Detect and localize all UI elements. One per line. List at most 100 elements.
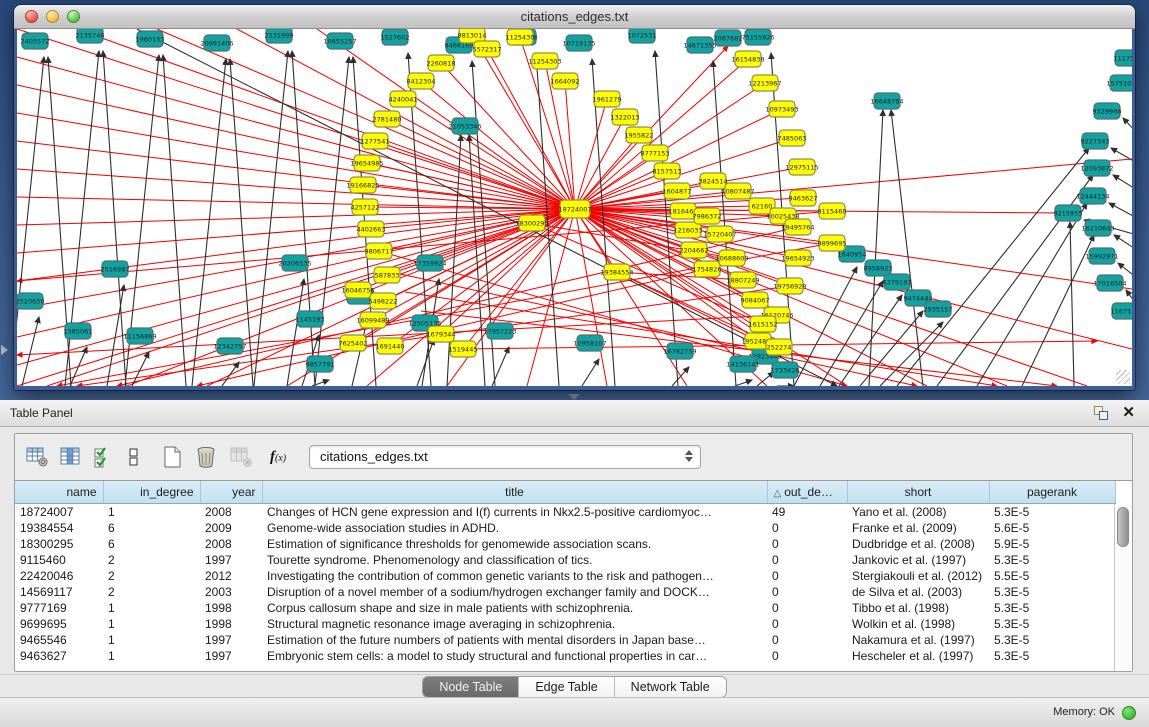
black-edge[interactable] (70, 347, 87, 386)
table-cell[interactable]: Disruption of a novel member of a sodium… (262, 584, 767, 600)
black-edge[interactable] (492, 347, 509, 386)
float-window-icon[interactable] (1094, 406, 1108, 420)
tab-network-table[interactable]: Network Table (615, 677, 726, 697)
table-row[interactable]: 2242004622012Investigating the contribut… (15, 568, 1115, 584)
table-cell[interactable]: 2 (103, 584, 200, 600)
table-cell[interactable]: 1998 (200, 600, 262, 616)
table-cell[interactable]: 0 (767, 520, 847, 536)
red-edge[interactable] (17, 113, 575, 209)
column-header-in_degree[interactable]: in_degree (103, 481, 200, 504)
table-cell[interactable]: 1997 (200, 648, 262, 664)
table-cell[interactable]: Estimation of significance thresholds fo… (262, 536, 767, 552)
zoom-window-icon[interactable] (67, 10, 80, 23)
table-cell[interactable]: de Silva et al. (2003) (847, 584, 989, 600)
table-cell[interactable]: Nakamura et al. (1997) (847, 632, 989, 648)
table-cell[interactable]: 0 (767, 632, 847, 648)
column-header-short[interactable]: short (847, 481, 989, 504)
network-canvas[interactable]: 2405572213574619601532069140625319991065… (17, 29, 1132, 386)
close-panel-icon[interactable]: ✕ (1122, 403, 1135, 423)
table-cell[interactable]: 1998 (200, 616, 262, 632)
black-edge[interactable] (17, 57, 44, 386)
table-cell[interactable]: 0 (767, 568, 847, 584)
tab-edge-table[interactable]: Edge Table (519, 677, 614, 697)
black-edge[interactable] (839, 295, 902, 386)
table-cell[interactable]: 22420046 (15, 568, 103, 584)
table-cell[interactable]: Stergiakouli et al. (2012) (847, 568, 989, 584)
black-edge[interactable] (1070, 222, 1074, 386)
red-edge[interactable] (565, 81, 575, 209)
table-cell[interactable]: 14569117 (15, 584, 103, 600)
table-cell[interactable]: 2008 (200, 504, 262, 521)
tab-node-table[interactable]: Node Table (423, 677, 519, 697)
red-edge[interactable] (375, 141, 575, 209)
table-cell[interactable]: 1 (103, 632, 200, 648)
black-edge[interactable] (672, 367, 689, 386)
table-cell[interactable]: 6 (103, 520, 200, 536)
table-row[interactable]: 977716911998Corpus callosum shape and si… (15, 600, 1115, 616)
table-cell[interactable]: 2008 (200, 536, 262, 552)
table-row[interactable]: 1456911722003Disruption of a novel membe… (15, 584, 1115, 600)
table-cell[interactable]: 1 (103, 648, 200, 664)
table-row[interactable]: 911546021997Tourette syndrome. Phenomeno… (15, 552, 1115, 568)
black-edge[interactable] (582, 359, 599, 386)
column-header-name[interactable]: name (15, 481, 103, 504)
table-cell[interactable]: 0 (767, 584, 847, 600)
table-cell[interactable]: Investigating the contribution of common… (262, 568, 767, 584)
table-cell[interactable]: 5.3E-5 (989, 504, 1115, 521)
table-cell[interactable]: Wolkin et al. (1998) (847, 616, 989, 632)
table-row[interactable]: 969969511998Structural magnetic resonanc… (15, 616, 1115, 632)
black-edge[interactable] (977, 203, 1087, 386)
column-header-year[interactable]: year (200, 481, 262, 504)
table-cell[interactable]: Tourette syndrome. Phenomenology and cla… (262, 552, 767, 568)
table-row[interactable]: 1830029562008Estimation of significance … (15, 536, 1115, 552)
black-edge[interactable] (897, 148, 1089, 386)
table-cell[interactable]: 18300295 (15, 536, 103, 552)
table-cell[interactable]: 49 (767, 504, 847, 521)
column-header-pagerank[interactable]: pagerank (989, 481, 1115, 504)
select-columns-icon[interactable] (91, 442, 121, 472)
table-cell[interactable]: 1 (103, 600, 200, 616)
minimize-window-icon[interactable] (46, 10, 59, 23)
table-cell[interactable]: Corpus callosum shape and size in male p… (262, 600, 767, 616)
table-cell[interactable]: Jankovic et al. (1997) (847, 552, 989, 568)
black-edge[interactable] (735, 380, 752, 386)
table-cell[interactable]: 9465546 (15, 632, 103, 648)
table-cell[interactable]: 9777169 (15, 600, 103, 616)
table-cell[interactable]: 5.9E-5 (989, 536, 1115, 552)
black-edge[interactable] (1113, 175, 1132, 190)
black-edge[interactable] (1114, 235, 1132, 250)
table-cell[interactable]: 5.6E-5 (989, 520, 1115, 536)
table-row[interactable]: 1872400712008Changes of HCN gene express… (15, 504, 1115, 521)
table-cell[interactable]: 1 (103, 504, 200, 521)
function-builder-icon[interactable]: f(x) (261, 449, 295, 466)
table-cell[interactable]: 1997 (200, 632, 262, 648)
table-selector[interactable]: citations_edges.txt (309, 445, 701, 469)
black-edge[interactable] (417, 339, 434, 386)
table-cell[interactable]: 5.3E-5 (989, 648, 1115, 664)
table-cell[interactable]: 6 (103, 536, 200, 552)
red-edge[interactable] (17, 209, 575, 386)
table-row[interactable]: 946554611997Estimation of the future num… (15, 632, 1115, 648)
column-header-out_de[interactable]: △out_de… (767, 481, 847, 504)
red-edge[interactable] (17, 57, 575, 209)
network-window-titlebar[interactable]: citations_edges.txt (14, 5, 1135, 29)
table-cell[interactable]: 5.3E-5 (989, 552, 1115, 568)
close-window-icon[interactable] (25, 10, 38, 23)
table-cell[interactable]: 2 (103, 552, 200, 568)
table-cell[interactable]: 2003 (200, 584, 262, 600)
red-edge[interactable] (421, 81, 575, 209)
table-row[interactable]: 1938455462009Genome-wide association stu… (15, 520, 1115, 536)
table-cell[interactable]: Hescheler et al. (1997) (847, 648, 989, 664)
column-header-title[interactable]: title (262, 481, 767, 504)
table-cell[interactable]: 5.3E-5 (989, 632, 1115, 648)
table-row[interactable]: 946362711997Embryonic stem cells: a mode… (15, 648, 1115, 664)
black-edge[interactable] (1123, 118, 1132, 133)
table-cell[interactable]: 0 (767, 616, 847, 632)
table-cell[interactable]: 5.3E-5 (989, 584, 1115, 600)
black-edge[interactable] (192, 59, 226, 386)
table-cell[interactable]: 5.3E-5 (989, 600, 1115, 616)
new-column-icon[interactable] (159, 442, 189, 472)
rows-icon[interactable] (125, 442, 155, 472)
black-edge[interactable] (1109, 203, 1132, 218)
table-cell[interactable]: 18724007 (15, 504, 103, 521)
